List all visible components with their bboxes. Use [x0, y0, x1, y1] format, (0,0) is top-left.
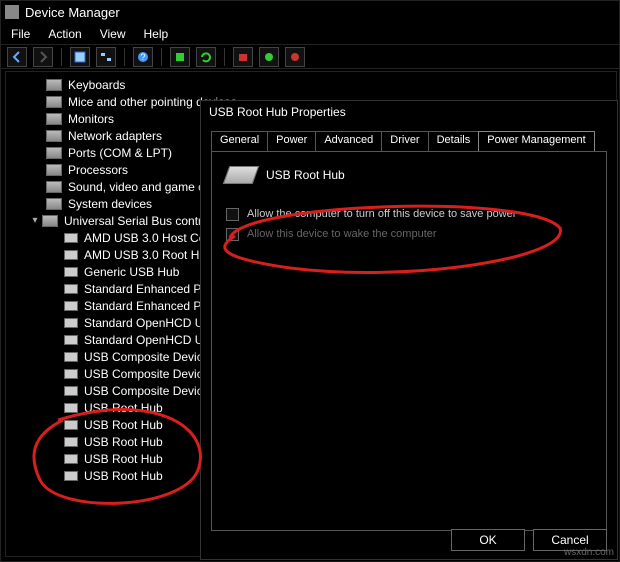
menu-help[interactable]: Help [144, 27, 169, 41]
toolbar: ? [1, 45, 619, 69]
menu-action[interactable]: Action [48, 27, 81, 41]
watermark: wsxdn.com [564, 547, 614, 558]
checkbox-row-turn-off: Allow the computer to turn off this devi… [226, 204, 592, 224]
properties-icon[interactable] [70, 47, 90, 67]
tab-strip: General Power Advanced Driver Details Po… [201, 129, 617, 151]
tab-driver[interactable]: Driver [381, 131, 428, 151]
console-tree-icon[interactable] [96, 47, 116, 67]
back-icon[interactable] [7, 47, 27, 67]
tab-details[interactable]: Details [428, 131, 480, 151]
dialog-title: USB Root Hub Properties [201, 101, 617, 123]
usb-root-hub-properties-dialog: USB Root Hub Properties General Power Ad… [200, 100, 618, 560]
tab-panel: USB Root Hub Allow the computer to turn … [211, 151, 607, 531]
checkbox-label: Allow the computer to turn off this devi… [247, 208, 516, 220]
usb-device-icon [223, 166, 260, 184]
tab-advanced[interactable]: Advanced [315, 131, 382, 151]
menu-file[interactable]: File [11, 27, 30, 41]
tab-power[interactable]: Power [267, 131, 316, 151]
menu-view[interactable]: View [100, 27, 126, 41]
device-header: USB Root Hub [226, 166, 592, 184]
ok-button[interactable]: OK [451, 529, 525, 551]
titlebar: Device Manager [1, 1, 619, 23]
forward-icon[interactable] [33, 47, 53, 67]
window-title: Device Manager [25, 5, 120, 20]
chevron-down-icon[interactable]: ▾ [30, 216, 40, 226]
checkbox-allow-wake [226, 228, 239, 241]
update-driver-icon[interactable] [196, 47, 216, 67]
svg-text:?: ? [140, 52, 145, 62]
tree-item-keyboards[interactable]: Keyboards [6, 76, 616, 93]
checkbox-row-wake: Allow this device to wake the computer [226, 224, 592, 244]
menu-bar: File Action View Help [1, 23, 619, 45]
enable-icon[interactable] [259, 47, 279, 67]
scan-icon[interactable] [170, 47, 190, 67]
checkbox-allow-turn-off[interactable] [226, 208, 239, 221]
device-name-label: USB Root Hub [266, 168, 345, 182]
help-icon[interactable]: ? [133, 47, 153, 67]
disable-icon[interactable] [285, 47, 305, 67]
tab-general[interactable]: General [211, 131, 268, 151]
uninstall-icon[interactable] [233, 47, 253, 67]
checkbox-label: Allow this device to wake the computer [247, 228, 437, 240]
app-icon [5, 5, 19, 19]
tab-power-management[interactable]: Power Management [478, 131, 594, 151]
